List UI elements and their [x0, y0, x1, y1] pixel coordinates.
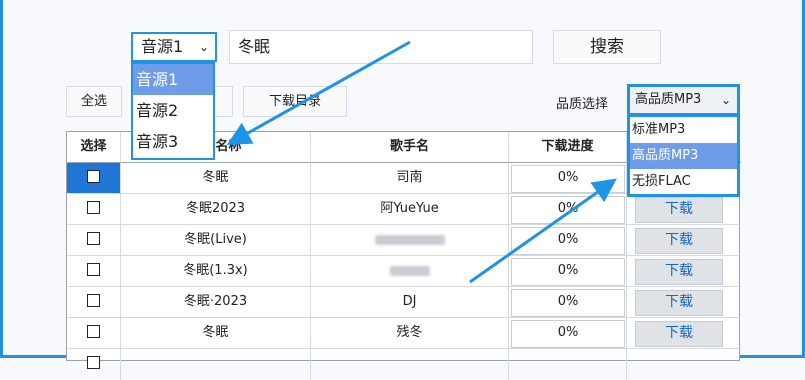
- table-row-partial: [67, 349, 739, 380]
- action-cell: 下载: [627, 287, 741, 318]
- song-name: 冬眠·2023: [121, 287, 311, 318]
- quality-label: 品质选择: [556, 97, 609, 112]
- row-checkbox[interactable]: [87, 232, 100, 245]
- row-checkbox[interactable]: [87, 201, 100, 214]
- source-option-2[interactable]: 音源2: [133, 95, 213, 126]
- action-cell: [627, 349, 741, 380]
- header-singer: 歌手名: [311, 132, 509, 163]
- download-directory-button[interactable]: 下载目录: [243, 86, 347, 117]
- header-progress: 下载进度: [509, 132, 627, 163]
- singer-name: [311, 349, 509, 380]
- song-name: 冬眠(Live): [121, 225, 311, 256]
- row-select-cell[interactable]: [67, 163, 121, 194]
- quality-dropdown: 标准MP3 高品质MP3 无损FLAC: [627, 114, 740, 197]
- download-button[interactable]: 下载: [635, 290, 723, 316]
- row-select-cell[interactable]: [67, 225, 121, 256]
- table-row: 冬眠(1.3x) 0% 下载: [67, 256, 741, 287]
- source-option-3[interactable]: 音源3: [133, 126, 213, 157]
- progress-cell: [509, 349, 627, 380]
- progress-value: 0%: [511, 165, 625, 193]
- redacted-text: [374, 234, 445, 245]
- table-row: 冬眠2023 阿YueYue 0% 下载: [67, 194, 741, 225]
- singer-name: 阿YueYue: [311, 194, 509, 225]
- progress-value: 0%: [511, 289, 625, 317]
- table-row: 冬眠·2023 DJ 0% 下载: [67, 287, 741, 318]
- quality-option-lossless[interactable]: 无损FLAC: [630, 169, 737, 195]
- row-checkbox[interactable]: [87, 170, 100, 183]
- singer-name: DJ: [311, 287, 509, 318]
- source-select-value: 音源1: [141, 37, 184, 56]
- row-checkbox[interactable]: [87, 325, 100, 338]
- chevron-down-icon: ⌄: [720, 93, 731, 107]
- song-name: 冬眠2023: [121, 194, 311, 225]
- progress-value: 0%: [511, 258, 625, 286]
- source-option-1[interactable]: 音源1: [133, 64, 213, 95]
- quality-select-value: 高品质MP3: [635, 92, 702, 107]
- song-name: 冬眠: [121, 163, 311, 194]
- song-name: 冬眠: [121, 318, 311, 349]
- song-name: 冬眠(1.3x): [121, 256, 311, 287]
- download-button[interactable]: 下载: [635, 197, 723, 223]
- search-input[interactable]: 冬眠: [229, 30, 533, 64]
- song-name: [121, 349, 311, 380]
- progress-cell: 0%: [509, 256, 627, 287]
- singer-name: 司南: [311, 163, 509, 194]
- select-all-button[interactable]: 全选: [66, 86, 122, 117]
- quality-option-standard[interactable]: 标准MP3: [630, 117, 737, 143]
- source-select[interactable]: 音源1 ⌄: [131, 32, 217, 62]
- row-select-cell[interactable]: [67, 194, 121, 225]
- table-row: 冬眠(Live) 0% 下载: [67, 225, 741, 256]
- progress-value: 0%: [511, 196, 625, 224]
- row-checkbox[interactable]: [87, 263, 100, 276]
- row-select-cell[interactable]: [67, 287, 121, 318]
- source-dropdown: 音源1 音源2 音源3: [131, 62, 215, 160]
- download-button[interactable]: 下载: [635, 259, 723, 285]
- row-select-cell[interactable]: [67, 349, 121, 380]
- progress-cell: 0%: [509, 287, 627, 318]
- action-cell: 下载: [627, 318, 741, 349]
- quality-option-high[interactable]: 高品质MP3: [630, 143, 737, 169]
- redacted-text: [389, 265, 430, 276]
- header-select: 选择: [67, 132, 121, 163]
- progress-cell: 0%: [509, 225, 627, 256]
- table-row: 冬眠 残冬 0% 下载: [67, 318, 741, 349]
- search-button[interactable]: 搜索: [553, 30, 661, 64]
- download-button[interactable]: 下载: [635, 228, 723, 254]
- download-button[interactable]: 下载: [635, 321, 723, 347]
- progress-cell: 0%: [509, 163, 627, 194]
- action-cell: 下载: [627, 194, 741, 225]
- progress-cell: 0%: [509, 318, 627, 349]
- row-checkbox[interactable]: [87, 294, 100, 307]
- progress-value: 0%: [511, 320, 625, 348]
- row-select-cell[interactable]: [67, 256, 121, 287]
- action-cell: 下载: [627, 256, 741, 287]
- progress-cell: 0%: [509, 194, 627, 225]
- progress-value: 0%: [511, 227, 625, 255]
- row-checkbox[interactable]: [87, 356, 100, 369]
- quality-select[interactable]: 高品质MP3 ⌄: [627, 84, 740, 116]
- action-cell: 下载: [627, 225, 741, 256]
- singer-name: [311, 256, 509, 287]
- singer-name: 残冬: [311, 318, 509, 349]
- chevron-down-icon: ⌄: [198, 40, 209, 54]
- singer-name: [311, 225, 509, 256]
- row-select-cell[interactable]: [67, 318, 121, 349]
